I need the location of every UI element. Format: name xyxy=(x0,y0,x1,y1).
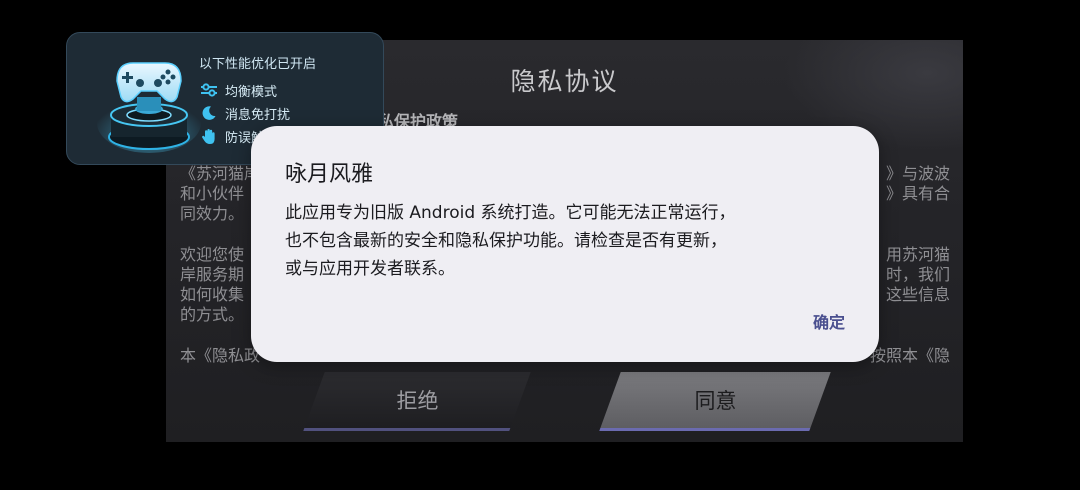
dialog-message: 此应用专为旧版 Android 系统打造。它可能无法正常运行， 也不包含最新的安… xyxy=(285,199,855,283)
policy-text-line: 》具有合 xyxy=(885,184,950,203)
policy-text-line: 《苏河猫岸 xyxy=(180,164,261,183)
compatibility-dialog: 咏月风雅 此应用专为旧版 Android 系统打造。它可能无法正常运行， 也不包… xyxy=(251,126,879,362)
do-not-disturb-label: 消息免打扰 xyxy=(225,107,291,123)
dialog-message-line: 或与应用开发者联系。 xyxy=(285,259,455,279)
hand-icon xyxy=(199,127,219,145)
policy-text-line: 和小伙伴 xyxy=(180,184,245,203)
policy-text-line: 时，我们 xyxy=(885,265,950,284)
screen: 隐私协议 隐私保护政策 《苏河猫岸 和小伙伴 同效力。 》与波波 》具有合 欢迎… xyxy=(0,0,1080,490)
policy-text-line: 用苏河猫 xyxy=(885,245,950,264)
reject-button[interactable]: 拒绝 xyxy=(303,372,531,431)
balanced-mode-label: 均衡模式 xyxy=(225,84,278,100)
overlay-heading: 以下性能优化已开启 xyxy=(199,57,317,72)
policy-text-line: 这些信息 xyxy=(885,285,950,304)
agree-button[interactable]: 同意 xyxy=(599,372,831,431)
gamepad-pedestal-illustration xyxy=(97,62,201,153)
sliders-icon xyxy=(199,81,219,99)
do-not-disturb-item: 消息免打扰 xyxy=(199,104,291,123)
policy-text-line: 同效力。 xyxy=(180,204,245,223)
dialog-message-line: 也不包含最新的安全和隐私保护功能。请检查是否有更新， xyxy=(285,231,727,251)
moon-icon xyxy=(199,104,219,122)
ok-button[interactable]: 确定 xyxy=(813,309,845,333)
dialog-message-line: 此应用专为旧版 Android 系统打造。它可能无法正常运行， xyxy=(285,203,736,223)
reject-button-label: 拒绝 xyxy=(396,389,439,413)
dialog-title: 咏月风雅 xyxy=(285,162,374,187)
policy-text-line: 》与波波 xyxy=(885,164,950,183)
agree-button-label: 同意 xyxy=(694,389,737,413)
balanced-mode-item: 均衡模式 xyxy=(199,81,278,100)
policy-text-line: 按照本《隐 xyxy=(869,346,950,365)
